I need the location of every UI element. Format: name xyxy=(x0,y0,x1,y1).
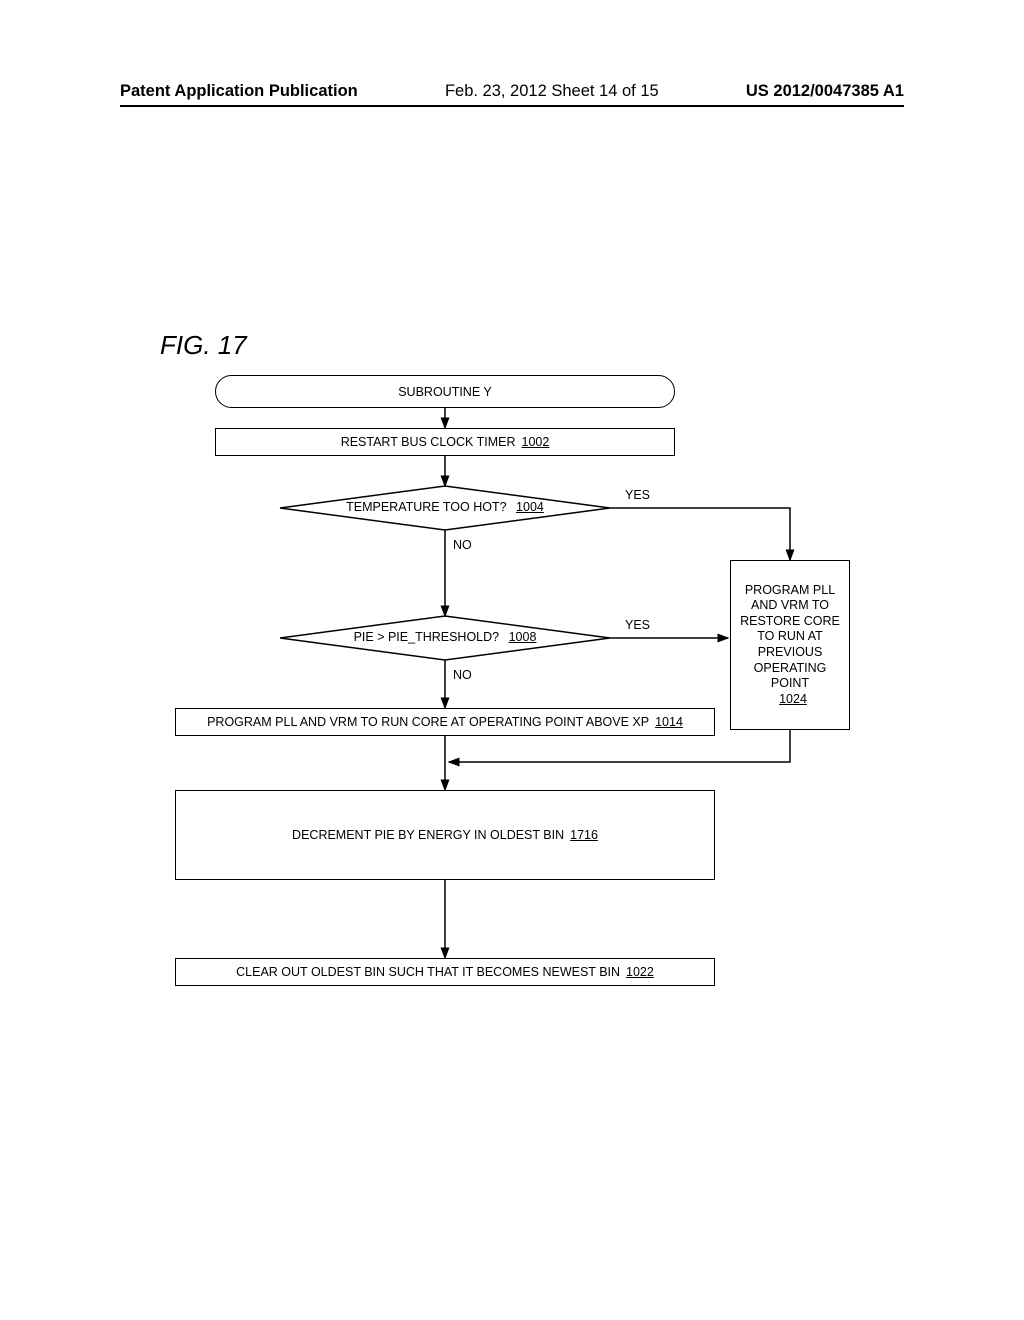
process-1716-ref: 1716 xyxy=(570,828,598,842)
decision-1004-no: NO xyxy=(453,538,472,552)
decision-1008-yes: YES xyxy=(625,618,650,632)
terminator-start-label: SUBROUTINE Y xyxy=(398,385,492,399)
process-1024-ref: 1024 xyxy=(779,692,807,708)
process-1022: CLEAR OUT OLDEST BIN SUCH THAT IT BECOME… xyxy=(175,958,715,986)
flowchart-arrows xyxy=(0,0,1024,1320)
terminator-start: SUBROUTINE Y xyxy=(215,375,675,408)
decision-1008-no: NO xyxy=(453,668,472,682)
page: Patent Application Publication Feb. 23, … xyxy=(0,0,1024,1320)
process-1014: PROGRAM PLL AND VRM TO RUN CORE AT OPERA… xyxy=(175,708,715,736)
process-1002-ref: 1002 xyxy=(522,435,550,449)
process-1002-label: RESTART BUS CLOCK TIMER xyxy=(341,435,516,449)
process-1024: PROGRAM PLL AND VRM TO RESTORE CORE TO R… xyxy=(730,560,850,730)
process-1002: RESTART BUS CLOCK TIMER 1002 xyxy=(215,428,675,456)
decision-1004-label: TEMPERATURE TOO HOT? 1004 xyxy=(280,500,610,514)
process-1024-label: PROGRAM PLL AND VRM TO RESTORE CORE TO R… xyxy=(737,583,843,692)
process-1022-ref: 1022 xyxy=(626,965,654,979)
process-1014-label: PROGRAM PLL AND VRM TO RUN CORE AT OPERA… xyxy=(207,715,649,729)
process-1014-ref: 1014 xyxy=(655,715,683,729)
decision-1004-yes: YES xyxy=(625,488,650,502)
process-1022-label: CLEAR OUT OLDEST BIN SUCH THAT IT BECOME… xyxy=(236,965,620,979)
decision-1008-label: PIE > PIE_THRESHOLD? 1008 xyxy=(280,630,610,644)
process-1716: DECREMENT PIE BY ENERGY IN OLDEST BIN 17… xyxy=(175,790,715,880)
process-1716-label: DECREMENT PIE BY ENERGY IN OLDEST BIN xyxy=(292,828,564,842)
